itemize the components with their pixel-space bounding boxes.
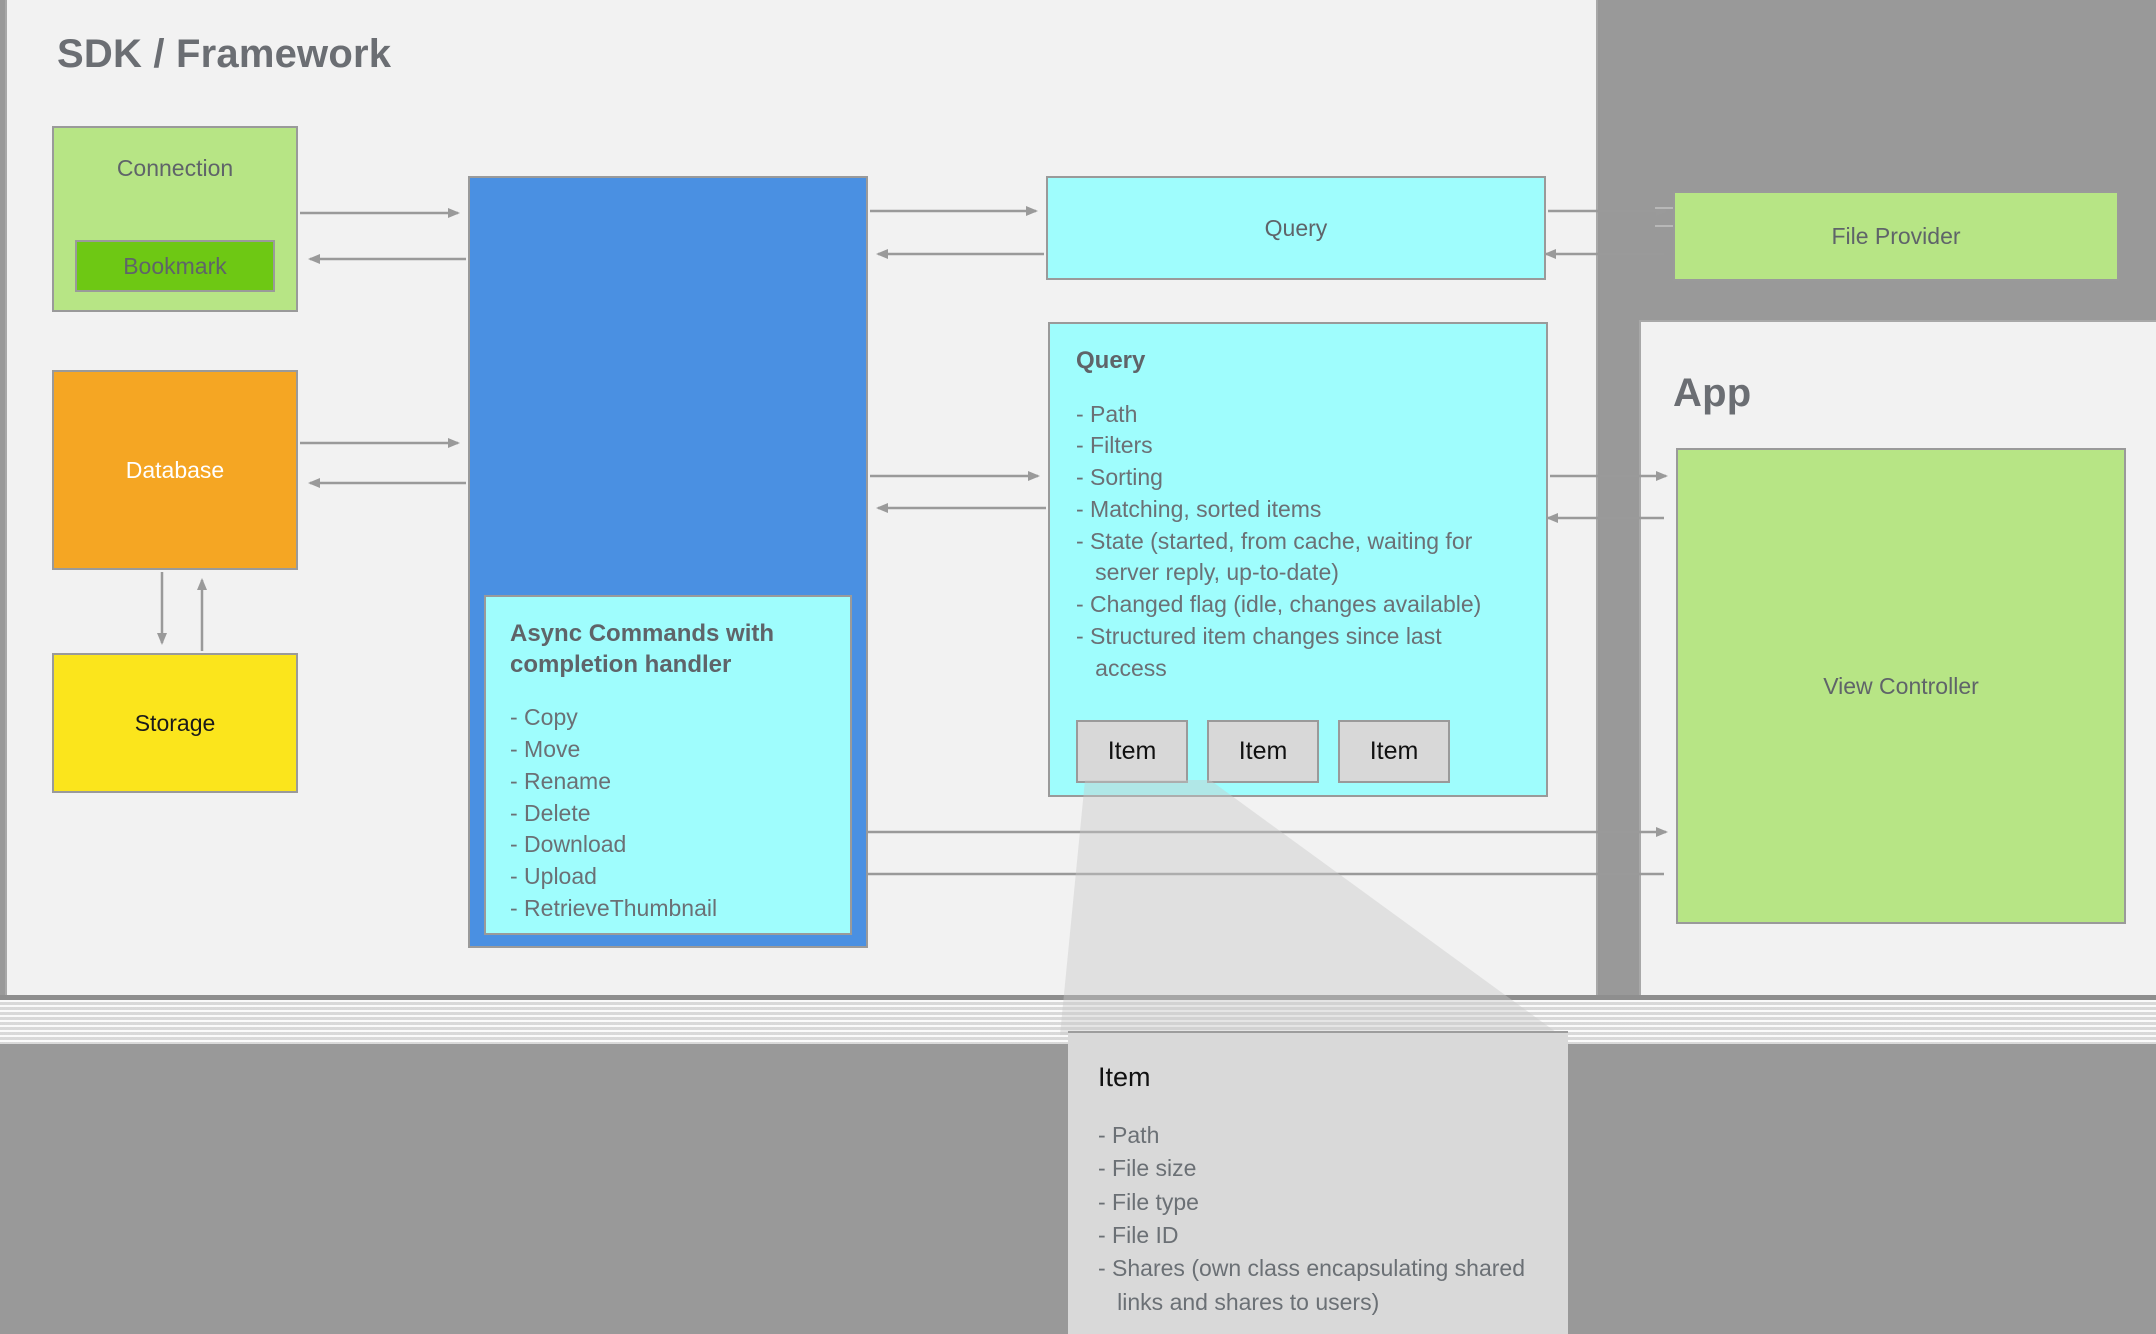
bookmark-label: Bookmark xyxy=(123,252,227,279)
list-item: - Filters xyxy=(1076,432,1153,459)
async-commands-title-line-1: Async Commands with xyxy=(510,620,775,647)
connection-label: Connection xyxy=(116,155,234,181)
query-item-chips: Item Item Item xyxy=(1076,720,1450,783)
list-item: - Download xyxy=(510,831,627,858)
list-item: - File size xyxy=(1098,1155,1197,1182)
diagram-canvas: SDK / Framework App Connection Bookmark … xyxy=(0,0,2156,1334)
query-detail-list: - Path - Filters - Sorting - Matching, s… xyxy=(1076,399,1520,685)
item-chip[interactable]: Item xyxy=(1207,720,1319,783)
item-callout-title: Item xyxy=(1098,1062,1151,1092)
list-item: - Path xyxy=(1076,400,1138,427)
list-item: - Copy xyxy=(510,704,578,731)
list-item: - File ID xyxy=(1098,1222,1179,1249)
list-item: - Sorting xyxy=(1076,464,1163,491)
list-item: - Matching, sorted items xyxy=(1076,495,1322,522)
database-label: Database xyxy=(125,456,225,483)
async-commands-title: Async Commands with completion handler xyxy=(510,619,826,680)
list-item: - Shares (own class encapsulating shared xyxy=(1098,1255,1526,1282)
list-item: - Delete xyxy=(510,799,591,826)
list-item: - Move xyxy=(510,736,581,763)
item-callout-card[interactable]: Item - Path - File size - File type - Fi… xyxy=(1068,1031,1568,1334)
list-item: - State (started, from cache, waiting fo… xyxy=(1076,527,1473,554)
view-controller-node[interactable]: View Controller xyxy=(1676,448,2126,924)
list-item: server reply, up-to-date) xyxy=(1076,559,1339,586)
app-title: App xyxy=(1673,371,1752,415)
query-label: Query xyxy=(1264,214,1328,241)
query-node[interactable]: Query xyxy=(1046,176,1546,280)
list-item: - Structured item changes since last xyxy=(1076,622,1442,649)
list-item: - File type xyxy=(1098,1188,1199,1215)
list-item: - Changed flag (idle, changes available) xyxy=(1076,591,1482,618)
list-item: - Upload xyxy=(510,863,597,890)
database-node[interactable]: Database xyxy=(52,370,298,570)
async-commands-card[interactable]: Async Commands with completion handler -… xyxy=(484,595,852,935)
file-provider-label: File Provider xyxy=(1831,222,1961,249)
sdk-framework-title: SDK / Framework xyxy=(57,32,392,76)
bookmark-node[interactable]: Bookmark xyxy=(75,240,275,292)
list-item: access xyxy=(1076,654,1167,681)
item-chip[interactable]: Item xyxy=(1076,720,1188,783)
view-controller-label: View Controller xyxy=(1823,672,1979,699)
list-item: - Path xyxy=(1098,1122,1160,1148)
async-commands-list: - Copy - Move - Rename - Delete - Downlo… xyxy=(510,702,826,924)
list-item: - RetrieveThumbnail xyxy=(510,894,718,921)
item-chip[interactable]: Item xyxy=(1338,720,1450,783)
storage-label: Storage xyxy=(134,709,216,736)
query-detail-title: Query xyxy=(1076,347,1146,374)
item-callout-list: - Path - File size - File type - File ID… xyxy=(1098,1119,1538,1319)
async-commands-title-line-2: completion handler xyxy=(510,650,732,678)
list-item: links and shares to users) xyxy=(1098,1288,1380,1315)
query-detail-card[interactable]: Query - Path - Filters - Sorting - Match… xyxy=(1048,322,1548,797)
storage-node[interactable]: Storage xyxy=(52,653,298,793)
list-item: - Rename xyxy=(510,767,611,794)
file-provider-node[interactable]: File Provider xyxy=(1673,191,2119,281)
